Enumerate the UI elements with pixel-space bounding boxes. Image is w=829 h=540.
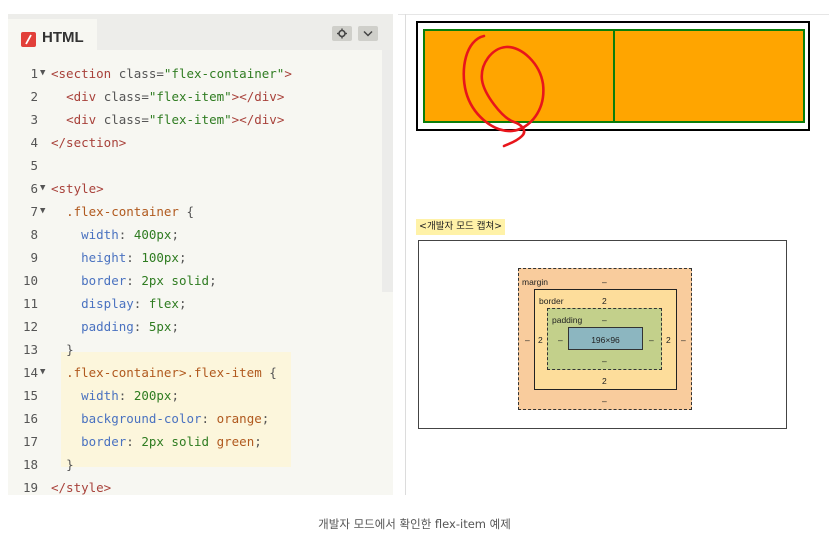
code-line[interactable]: 7 ▼ .flex-container {: [8, 200, 388, 223]
code-line[interactable]: 1 ▼ <section class="flex-container">: [8, 62, 388, 85]
line-number: 8: [30, 227, 38, 242]
chevron-down-icon: [363, 30, 373, 37]
fold-arrow-icon[interactable]: ▼: [40, 62, 45, 85]
line-number: 10: [22, 273, 38, 288]
code-text: border: 2px solid;: [81, 273, 217, 288]
gear-icon: [337, 28, 347, 39]
code-line[interactable]: 16 background-color: orange;: [8, 407, 388, 430]
tab-label: HTML: [42, 29, 84, 46]
line-number: 6: [30, 181, 38, 196]
code-line[interactable]: 4 </section>: [8, 131, 388, 154]
code-line[interactable]: 13 }: [8, 338, 388, 361]
code-line[interactable]: 12 padding: 5px;: [8, 315, 388, 338]
line-number: 14: [22, 365, 38, 380]
margin-right-value: –: [681, 335, 686, 345]
line-number: 13: [22, 342, 38, 357]
code-line[interactable]: 5: [8, 154, 388, 177]
red-annotation-circle: [462, 34, 545, 148]
code-text: <section class="flex-container">: [51, 66, 292, 81]
code-line[interactable]: 17 border: 2px solid green;: [8, 430, 388, 453]
code-line[interactable]: 6 ▼ <style>: [8, 177, 388, 200]
line-number: 2: [30, 89, 38, 104]
line-number: 9: [30, 250, 38, 265]
code-text: display: flex;: [81, 296, 187, 311]
line-number: 12: [22, 319, 38, 334]
dropdown-button[interactable]: [358, 26, 378, 41]
editor-header: HTML: [8, 14, 393, 50]
line-number: 3: [30, 112, 38, 127]
line-number: 11: [22, 296, 38, 311]
fold-arrow-icon[interactable]: ▼: [40, 361, 45, 384]
code-line[interactable]: 11 display: flex;: [8, 292, 388, 315]
border-left-value: 2: [538, 335, 543, 345]
fold-arrow-icon[interactable]: ▼: [40, 177, 45, 200]
padding-top-value: –: [602, 315, 607, 325]
border-top-value: 2: [602, 296, 607, 306]
code-text: <style>: [51, 181, 104, 196]
code-line[interactable]: 19 </style>: [8, 476, 388, 495]
margin-left-value: –: [525, 335, 530, 345]
code-text: <div class="flex-item"></div>: [66, 89, 285, 104]
code-text: }: [66, 457, 74, 472]
code-text: }: [66, 342, 74, 357]
code-text: width: 200px;: [81, 388, 179, 403]
code-text: width: 400px;: [81, 227, 179, 242]
top-rule: [398, 14, 829, 15]
line-number: 4: [30, 135, 38, 150]
padding-label: padding: [552, 315, 583, 325]
code-text: .flex-container {: [66, 204, 195, 219]
code-text: border: 2px solid green;: [81, 434, 262, 449]
line-number: 16: [22, 411, 38, 426]
html-logo-icon: [21, 32, 36, 47]
code-line[interactable]: 14 ▼ .flex-container>.flex-item {: [8, 361, 388, 384]
line-number: 15: [22, 388, 38, 403]
code-line[interactable]: 8 width: 400px;: [8, 223, 388, 246]
padding-left-value: –: [558, 335, 563, 345]
figure-caption: 개발자 모드에서 확인한 flex-item 예제: [318, 517, 511, 531]
line-number: 17: [22, 434, 38, 449]
code-text: .flex-container>.flex-item {: [66, 365, 277, 380]
code-line[interactable]: 2 <div class="flex-item"></div>: [8, 85, 388, 108]
fold-arrow-icon[interactable]: ▼: [40, 200, 45, 223]
line-number: 1: [30, 66, 38, 81]
code-text: </section>: [51, 135, 127, 150]
margin-bottom-value: –: [602, 396, 607, 406]
panel-divider[interactable]: [405, 14, 406, 495]
code-editor-panel: HTML 1 ▼ <section class="flex-container"> 2…: [8, 14, 393, 495]
code-line[interactable]: 9 height: 100px;: [8, 246, 388, 269]
settings-button[interactable]: [332, 26, 352, 41]
code-line[interactable]: 3 <div class="flex-item"></div>: [8, 108, 388, 131]
border-bottom-value: 2: [602, 376, 607, 386]
content-size-value: 196×96: [591, 335, 620, 345]
code-text: <div class="flex-item"></div>: [66, 112, 285, 127]
line-number: 18: [22, 457, 38, 472]
code-line[interactable]: 18 }: [8, 453, 388, 476]
code-text: background-color: orange;: [81, 411, 270, 426]
devtools-caption: <개발자 모드 캡쳐>: [416, 219, 506, 235]
line-number: 7: [30, 204, 38, 219]
margin-label: margin: [522, 277, 548, 287]
padding-right-value: –: [649, 335, 654, 345]
code-text: height: 100px;: [81, 250, 187, 265]
padding-bottom-value: –: [602, 356, 607, 366]
code-text: padding: 5px;: [81, 319, 179, 334]
code-line[interactable]: 10 border: 2px solid;: [8, 269, 388, 292]
code-text: </style>: [51, 480, 112, 495]
line-number: 5: [30, 158, 38, 173]
code-line[interactable]: 15 width: 200px;: [8, 384, 388, 407]
flex-item-preview: [613, 29, 805, 123]
border-label: border: [539, 296, 564, 306]
box-model-panel: margin – – – – border 2 2 2 2 padding – …: [418, 240, 787, 429]
line-number: 19: [22, 480, 38, 495]
tab-html[interactable]: HTML: [8, 19, 97, 50]
margin-top-value: –: [602, 277, 607, 287]
border-right-value: 2: [666, 335, 671, 345]
